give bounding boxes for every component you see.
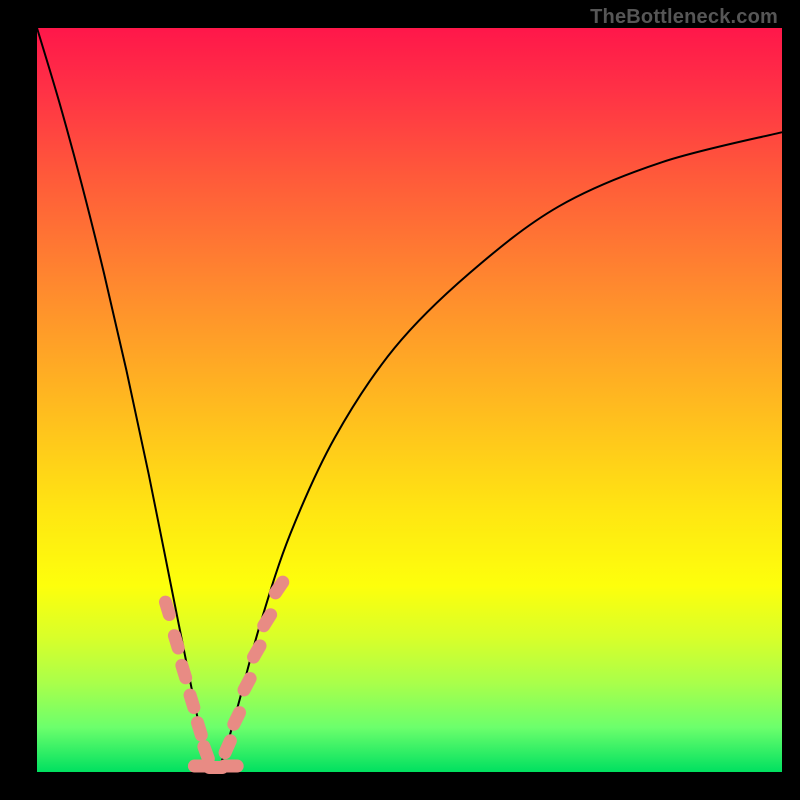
data-marker xyxy=(189,715,209,744)
data-marker xyxy=(235,670,259,699)
data-marker xyxy=(216,732,238,761)
data-marker xyxy=(266,573,291,602)
chart-frame: TheBottleneck.com xyxy=(0,0,800,800)
data-marker xyxy=(166,627,186,656)
data-marker xyxy=(218,760,244,773)
data-marker xyxy=(225,704,248,733)
data-marker xyxy=(245,637,269,666)
bottleneck-curve xyxy=(37,28,782,772)
data-marker xyxy=(182,687,202,716)
chart-svg xyxy=(0,0,800,800)
data-marker xyxy=(174,657,194,686)
